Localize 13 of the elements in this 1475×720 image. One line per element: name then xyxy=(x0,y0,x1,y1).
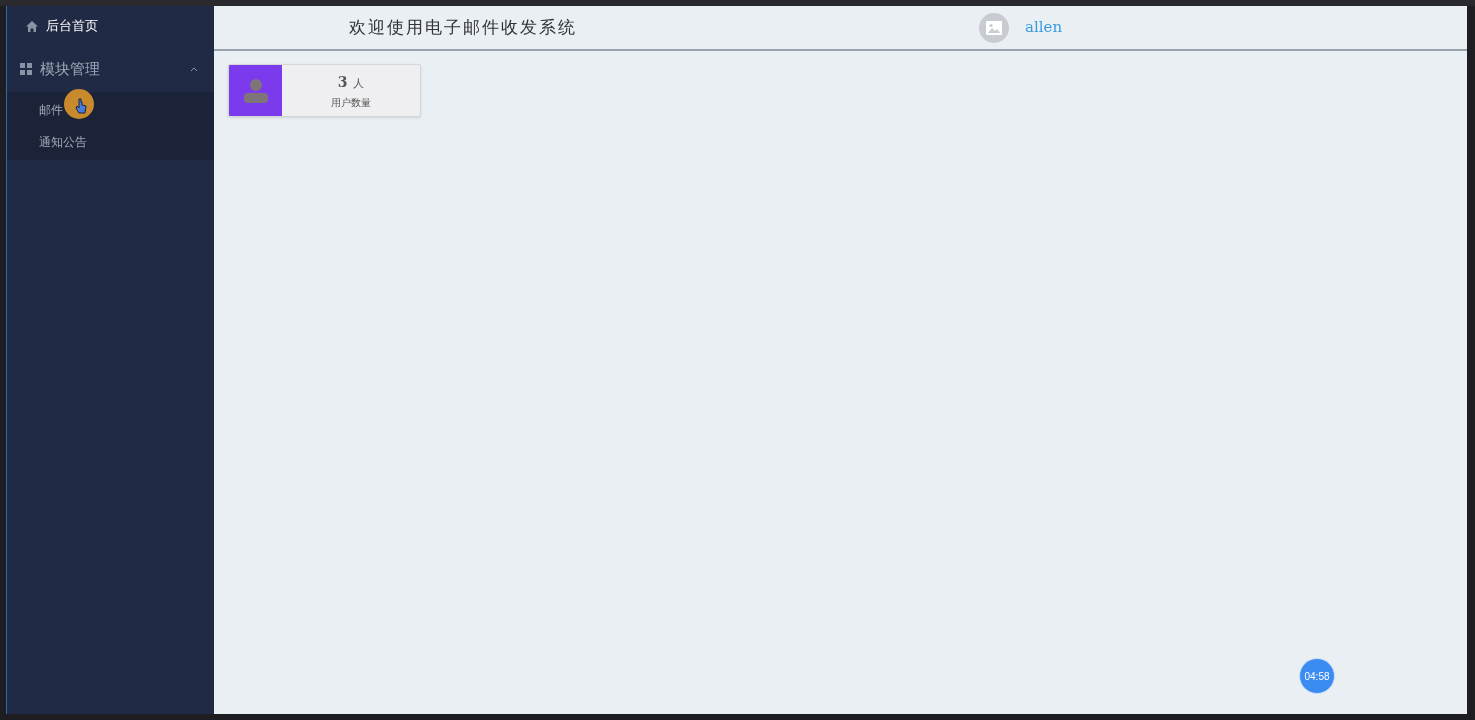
menu-group[interactable]: 模块管理 xyxy=(7,46,214,92)
sidebar-item[interactable]: 后台首页 xyxy=(7,6,214,46)
submenu-item[interactable]: 通知公告 xyxy=(7,126,214,158)
stat-label: 用户数量 xyxy=(331,95,371,110)
home-icon xyxy=(26,20,38,32)
grid-icon xyxy=(20,63,32,75)
page-title: 欢迎使用电子邮件收发系统 xyxy=(349,15,577,39)
chevron-icon xyxy=(190,66,198,72)
avatar-icon xyxy=(979,12,1009,43)
stat-value: 3 xyxy=(337,72,348,92)
submenu-item[interactable]: 邮件 xyxy=(7,94,214,126)
timer-badge: 04:58 xyxy=(1299,658,1335,694)
stat-unit: 人 xyxy=(353,75,365,92)
